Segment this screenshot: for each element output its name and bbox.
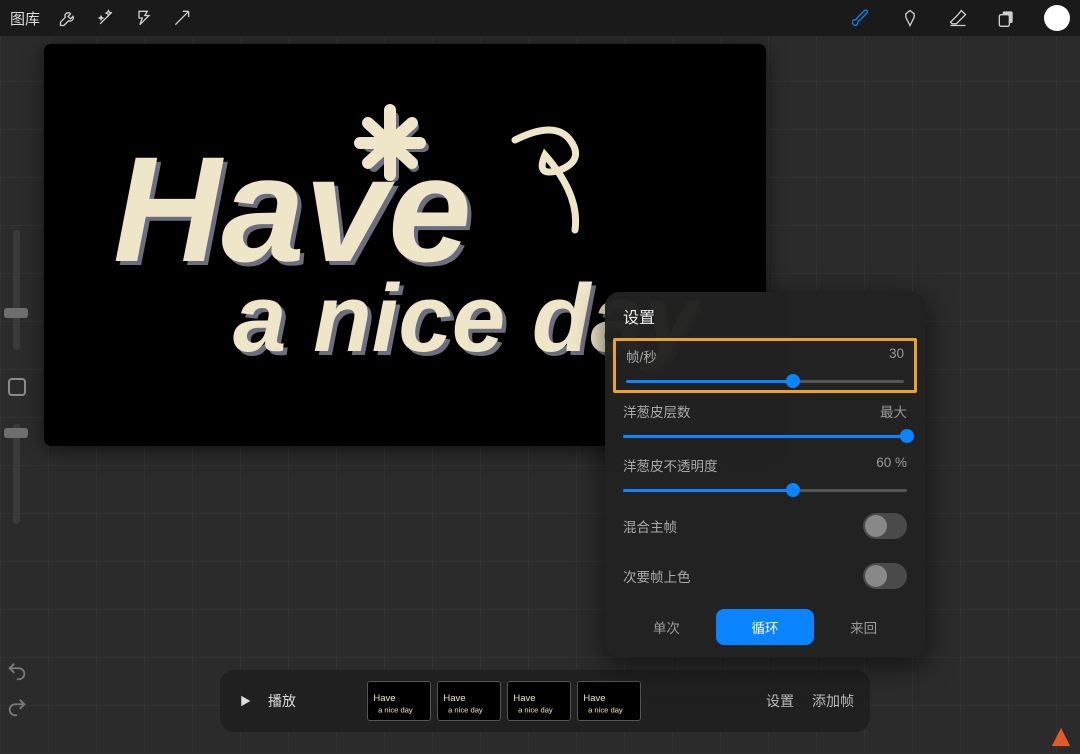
arrow-icon[interactable]	[172, 8, 192, 28]
loop-mode-once[interactable]: 单次	[617, 609, 716, 645]
play-label[interactable]: 播放	[268, 691, 296, 711]
wand-icon[interactable]	[96, 8, 116, 28]
timeline-settings-button[interactable]: 设置	[766, 691, 794, 711]
play-icon[interactable]	[236, 692, 254, 710]
onion-layers-slider[interactable]	[623, 429, 907, 443]
frame-thumb[interactable]: Havea nice day	[367, 681, 431, 721]
frame-thumb[interactable]: Havea nice day	[577, 681, 641, 721]
frame-thumb[interactable]: Havea nice day	[437, 681, 501, 721]
svg-text:a nice day: a nice day	[378, 705, 413, 714]
top-toolbar: 图库	[0, 0, 1080, 36]
frame-thumb[interactable]: Havea nice day	[507, 681, 571, 721]
loop-mode-loop[interactable]: 循环	[716, 609, 815, 645]
wrench-icon[interactable]	[58, 8, 78, 28]
onion-opacity-slider[interactable]	[623, 483, 907, 497]
onion-layers-label: 洋葱皮层数	[623, 401, 691, 421]
undo-button[interactable]	[6, 660, 28, 682]
blend-primary-label: 混合主帧	[623, 516, 677, 536]
svg-text:a nice day: a nice day	[588, 705, 623, 714]
transform-icon[interactable]	[134, 8, 154, 28]
svg-text:a nice day: a nice day	[518, 705, 553, 714]
svg-text:Have: Have	[443, 693, 465, 704]
tint-secondary-toggle[interactable]	[863, 563, 907, 589]
brush-size-slider[interactable]	[13, 230, 20, 350]
loop-mode-pingpong[interactable]: 来回	[814, 609, 913, 645]
onion-opacity-label: 洋葱皮不透明度	[623, 455, 718, 475]
modifier-button[interactable]	[8, 378, 26, 396]
add-frame-button[interactable]: 添加帧	[812, 691, 854, 711]
svg-text:Have: Have	[583, 693, 605, 704]
layers-icon[interactable]	[996, 8, 1016, 28]
gallery-button[interactable]: 图库	[10, 8, 40, 29]
svg-text:Have: Have	[513, 693, 535, 704]
fps-row-highlight: 帧/秒 30	[613, 338, 917, 393]
smudge-icon[interactable]	[900, 8, 920, 28]
tint-secondary-label: 次要帧上色	[623, 566, 691, 586]
brush-icon[interactable]	[852, 8, 872, 28]
redo-button[interactable]	[6, 696, 28, 718]
panel-title: 设置	[605, 304, 925, 338]
loop-mode-segmented: 单次 循环 来回	[617, 609, 913, 645]
fps-slider[interactable]	[626, 374, 904, 388]
animation-settings-panel: 设置 帧/秒 30 洋葱皮层数 最大 洋葱皮不透明度 60 % 混合主帧 次要	[605, 292, 925, 657]
fps-value: 30	[889, 346, 904, 366]
color-picker-button[interactable]	[1044, 5, 1070, 31]
animation-timeline-bar: 播放 Havea nice day Havea nice day Havea n…	[220, 670, 870, 732]
watermark-icon	[1050, 726, 1072, 748]
svg-text:a nice day: a nice day	[448, 705, 483, 714]
eraser-icon[interactable]	[948, 8, 968, 28]
svg-text:Have: Have	[373, 693, 395, 704]
blend-primary-toggle[interactable]	[863, 513, 907, 539]
frame-strip: Havea nice day Havea nice day Havea nice…	[367, 681, 641, 721]
side-slider-group	[3, 230, 30, 524]
fps-label: 帧/秒	[626, 346, 657, 366]
brush-opacity-slider[interactable]	[13, 424, 20, 524]
onion-layers-value: 最大	[880, 401, 907, 421]
onion-opacity-value: 60 %	[876, 455, 907, 475]
